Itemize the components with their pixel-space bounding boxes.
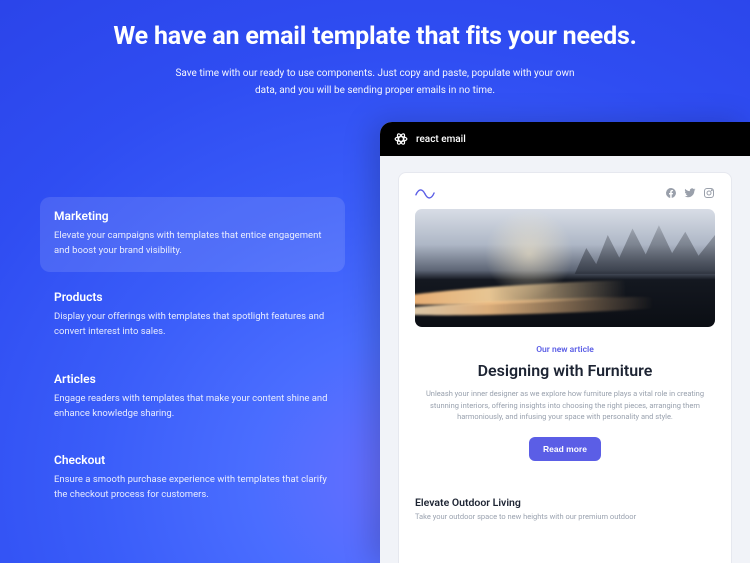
email-card-header — [415, 187, 715, 199]
hero: We have an email template that fits your… — [0, 0, 750, 99]
social-links — [665, 187, 715, 199]
preview-titlebar: react email — [380, 122, 750, 156]
email-preview-window: react email — [380, 122, 750, 563]
article-title: Designing with Furniture — [415, 361, 715, 380]
twitter-icon[interactable] — [684, 187, 696, 199]
category-tabs: Marketing Elevate your campaigns with te… — [40, 197, 345, 523]
tab-desc: Ensure a smooth purchase experience with… — [54, 473, 329, 502]
tab-desc: Elevate your campaigns with templates th… — [54, 229, 329, 258]
read-more-button[interactable]: Read more — [529, 437, 601, 461]
secondary-article-desc: Take your outdoor space to new heights w… — [415, 512, 715, 521]
divider — [415, 479, 715, 480]
tab-title: Marketing — [54, 209, 331, 223]
email-card: Our new article Designing with Furniture… — [398, 172, 732, 563]
tab-desc: Display your offerings with templates th… — [54, 310, 329, 339]
email-canvas: Our new article Designing with Furniture… — [380, 156, 750, 563]
app-name: react email — [416, 134, 466, 145]
facebook-icon[interactable] — [665, 187, 677, 199]
tab-title: Articles — [54, 372, 331, 386]
instagram-icon[interactable] — [703, 187, 715, 199]
tab-marketing[interactable]: Marketing Elevate your campaigns with te… — [40, 197, 345, 272]
hero-subtitle: Save time with our ready to use componen… — [175, 65, 575, 99]
tab-checkout[interactable]: Checkout Ensure a smooth purchase experi… — [40, 441, 345, 516]
tab-articles[interactable]: Articles Engage readers with templates t… — [40, 360, 345, 435]
tab-title: Products — [54, 290, 331, 304]
tab-products[interactable]: Products Display your offerings with tem… — [40, 278, 345, 353]
article-hero-image — [415, 209, 715, 327]
article-description: Unleash your inner designer as we explor… — [417, 388, 713, 423]
brand-logo-icon — [415, 187, 435, 199]
secondary-article: Elevate Outdoor Living Take your outdoor… — [415, 496, 715, 525]
hero-title: We have an email template that fits your… — [0, 22, 750, 51]
article-kicker: Our new article — [415, 345, 715, 355]
react-email-logo-icon — [394, 132, 408, 146]
secondary-article-title: Elevate Outdoor Living — [415, 496, 715, 509]
tab-title: Checkout — [54, 453, 331, 467]
tab-desc: Engage readers with templates that make … — [54, 392, 329, 421]
